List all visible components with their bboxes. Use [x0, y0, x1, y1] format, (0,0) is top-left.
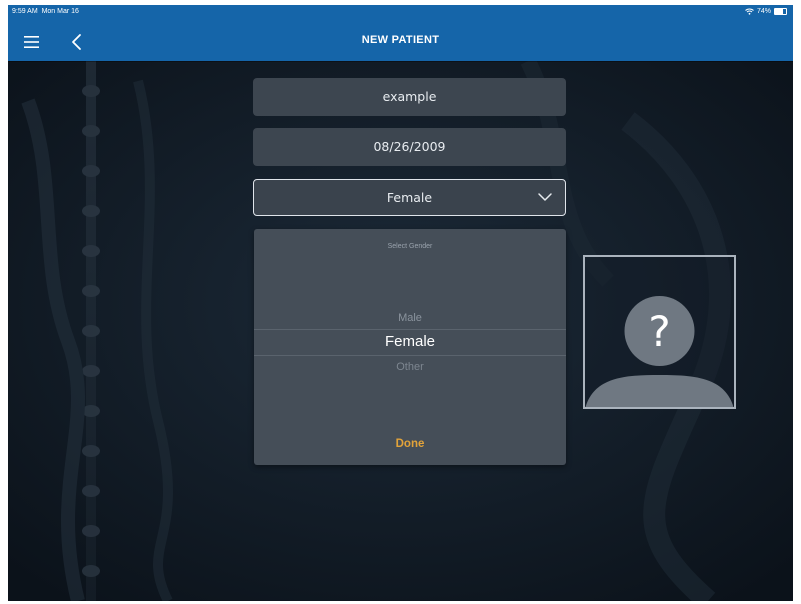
app-screen: 9:59 AM Mon Mar 16 74% NEW PATIENT examp… — [8, 5, 793, 601]
status-time: 9:59 AM Mon Mar 16 — [12, 8, 79, 15]
navigation-bar: NEW PATIENT — [8, 22, 793, 61]
chevron-down-icon — [538, 193, 552, 201]
gender-select-value: Female — [386, 190, 433, 205]
date-of-birth-field[interactable]: 08/26/2009 — [253, 128, 566, 166]
picker-header: Select Gender — [387, 243, 433, 250]
question-mark-glyph: ? — [648, 307, 670, 356]
picker-selection-bottom-divider — [254, 355, 566, 356]
gender-picker: Select Gender Male Female Other Done — [254, 229, 566, 465]
page-title: NEW PATIENT — [361, 34, 440, 46]
picker-option-female[interactable]: Female — [254, 333, 566, 350]
status-bar: 9:59 AM Mon Mar 16 74% — [8, 5, 793, 22]
done-button[interactable]: Done — [254, 438, 566, 450]
battery-percent: 74% — [756, 8, 771, 15]
patient-name-field[interactable]: example — [253, 78, 566, 116]
gender-select[interactable]: Female — [253, 179, 566, 216]
battery-level — [775, 9, 784, 14]
status-right: 74% — [745, 8, 787, 15]
patient-photo-button[interactable]: ? — [583, 255, 736, 409]
wifi-icon — [745, 8, 754, 15]
user-placeholder-icon: ? — [585, 296, 734, 407]
picker-option-other[interactable]: Other — [254, 361, 566, 373]
picker-selection-top-divider — [254, 329, 566, 330]
battery-icon — [774, 8, 787, 15]
picker-option-male[interactable]: Male — [254, 312, 566, 324]
